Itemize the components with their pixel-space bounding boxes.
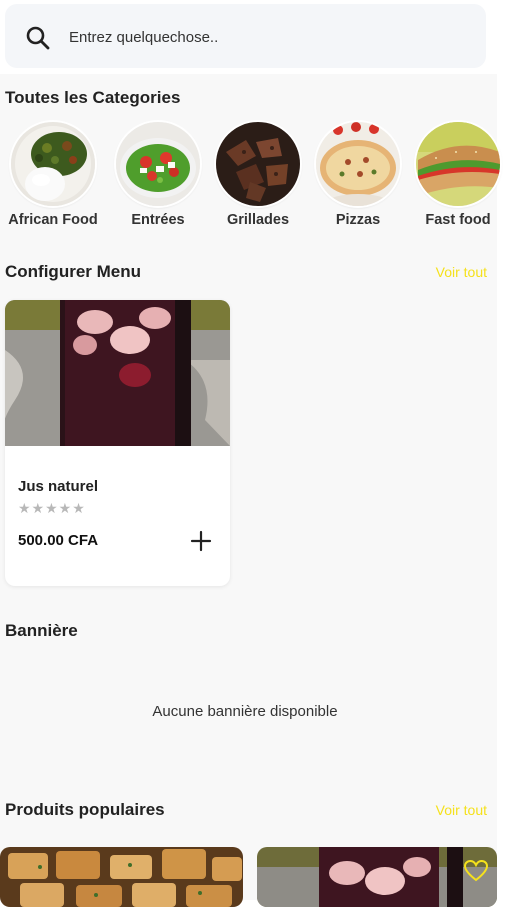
popular-product-image: [257, 847, 497, 907]
favorite-heart-icon[interactable]: [463, 859, 489, 883]
product-card[interactable]: Jus naturel ★★★★★ 500.00 CFA: [5, 300, 230, 586]
menu-title: Configurer Menu: [5, 262, 141, 281]
pizzas-image: [316, 122, 400, 206]
category-label: Fast food: [425, 212, 491, 228]
category-label: Grillades: [226, 212, 290, 228]
popular-see-all-link[interactable]: Voir tout: [436, 802, 487, 818]
product-price: 500.00 CFA: [18, 532, 99, 549]
category-label: Entrées: [131, 212, 185, 228]
entrees-image: [116, 122, 200, 206]
banner-empty-message: Aucune bannière disponible: [152, 703, 338, 720]
category-entrees[interactable]: Entrées: [108, 122, 208, 232]
menu-see-all-link[interactable]: Voir tout: [436, 264, 487, 280]
african-food-image: [11, 122, 95, 206]
category-grillades[interactable]: Grillades: [208, 122, 308, 232]
product-name: Jus naturel: [18, 478, 99, 495]
jus-naturel-image: [5, 300, 230, 446]
banner-title: Bannière: [5, 621, 78, 640]
rating-stars: ★★★★★: [18, 500, 86, 516]
category-label: Pizzas: [335, 212, 381, 228]
popular-product-image: [0, 847, 243, 907]
popular-title: Produits populaires: [5, 800, 165, 819]
fast-food-image: [416, 122, 500, 206]
categories-title: Toutes les Categories: [5, 88, 181, 107]
grillades-image: [216, 122, 300, 206]
category-african-food[interactable]: African Food: [3, 122, 103, 232]
category-label: African Food: [8, 212, 98, 228]
popular-product-card[interactable]: [257, 847, 497, 907]
category-fast-food[interactable]: Fast food: [408, 122, 507, 232]
search-input[interactable]: [69, 26, 449, 48]
add-to-cart-icon[interactable]: [189, 529, 213, 553]
category-pizzas[interactable]: Pizzas: [308, 122, 408, 232]
search-icon: [26, 26, 50, 50]
search-bar[interactable]: [5, 4, 486, 68]
popular-product-card[interactable]: [0, 847, 243, 907]
